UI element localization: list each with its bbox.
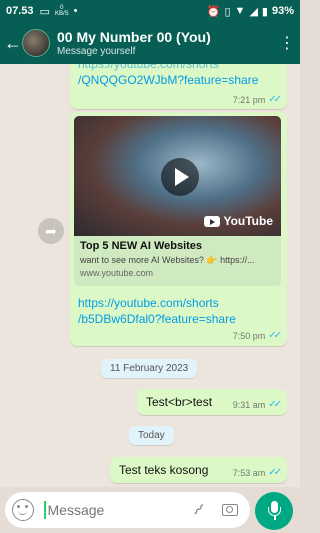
preview-description: want to see more AI Websites? 👉 https://… xyxy=(80,255,255,265)
status-bar: 07.53 ▭ 0 KB/S • ⏰ ▯ ▼ ◢ ▮ 93% xyxy=(0,0,300,22)
preview-title: Top 5 NEW AI Websites xyxy=(80,240,203,252)
youtube-logo: YouTube xyxy=(204,214,273,228)
read-ticks-icon: ✓✓ xyxy=(268,94,282,105)
message-link-line[interactable]: /b5DBw6Dfal0?feature=share xyxy=(78,311,236,327)
message-time: 7:53 am xyxy=(232,467,266,478)
message-text: Test<br>test xyxy=(146,395,213,409)
vibrate-icon: ▯ xyxy=(224,5,231,18)
data-speed: 0 KB/S xyxy=(54,5,69,17)
play-icon[interactable] xyxy=(161,158,199,196)
forward-icon[interactable]: ➦ xyxy=(38,218,64,244)
chat-title-area[interactable]: 00 My Number 00 (You) Message yourself xyxy=(57,29,278,57)
more-vert-icon[interactable]: ⋮ xyxy=(278,33,296,53)
message-list[interactable]: https://youtube.com/shorts /QNQQGO2WJbM?… xyxy=(0,64,300,487)
status-time: 07.53 xyxy=(6,5,34,17)
chat-title: 00 My Number 00 (You) xyxy=(57,29,211,45)
message-icon: ▭ xyxy=(39,5,50,18)
message-bubble[interactable]: YouTube Top 5 NEW AI Websites want to se… xyxy=(70,112,287,346)
signal-icon: ◢ xyxy=(249,5,258,18)
camera-icon[interactable] xyxy=(222,504,238,516)
youtube-brand: YouTube xyxy=(223,214,273,228)
text-caret xyxy=(44,501,46,519)
chat-header: ← 00 My Number 00 (You) Message yourself… xyxy=(0,22,300,64)
video-thumbnail[interactable]: YouTube xyxy=(74,116,281,236)
avatar[interactable] xyxy=(22,29,50,57)
read-ticks-icon: ✓✓ xyxy=(268,399,282,410)
message-input[interactable] xyxy=(47,502,168,518)
link-preview[interactable]: YouTube Top 5 NEW AI Websites want to se… xyxy=(74,116,281,286)
arrow-left-icon[interactable]: ← xyxy=(4,34,22,52)
battery-percent: 93% xyxy=(271,5,294,17)
chat-subtitle: Message yourself xyxy=(57,46,136,57)
message-bubble[interactable]: Test<br>test 9:31 am ✓✓ xyxy=(137,389,287,415)
message-bubble[interactable]: Test teks kosong 7:53 am ✓✓ xyxy=(110,457,287,483)
message-text: Test teks kosong xyxy=(119,463,209,477)
read-ticks-icon: ✓✓ xyxy=(268,330,282,341)
composer-pill: ⌇ xyxy=(5,492,250,528)
message-bubble[interactable]: https://youtube.com/shorts /QNQQGO2WJbM?… xyxy=(70,64,287,109)
message-link-line[interactable]: https://youtube.com/shorts xyxy=(78,64,258,72)
date-separator: Today xyxy=(129,426,174,445)
message-time: 9:31 am xyxy=(232,399,266,410)
preview-domain: www.youtube.com xyxy=(80,268,154,278)
wifi-icon: ▼ xyxy=(234,5,246,17)
message-link-line[interactable]: /QNQQGO2WJbM?feature=share xyxy=(78,72,258,88)
date-separator: 11 February 2023 xyxy=(101,359,198,378)
message-time: 7:50 pm xyxy=(232,330,266,341)
read-ticks-icon: ✓✓ xyxy=(268,467,282,478)
youtube-play-icon xyxy=(204,215,221,227)
dot-icon: • xyxy=(73,5,78,17)
attach-icon[interactable]: ⌇ xyxy=(184,496,212,524)
composer-bar: ⌇ xyxy=(0,487,300,533)
alarm-icon: ⏰ xyxy=(206,5,221,18)
battery-icon: ▮ xyxy=(261,5,268,18)
mic-button[interactable] xyxy=(255,492,293,530)
emoji-icon[interactable] xyxy=(12,499,34,521)
message-time: 7:21 pm xyxy=(232,94,266,105)
message-link-line[interactable]: https://youtube.com/shorts xyxy=(78,295,236,311)
